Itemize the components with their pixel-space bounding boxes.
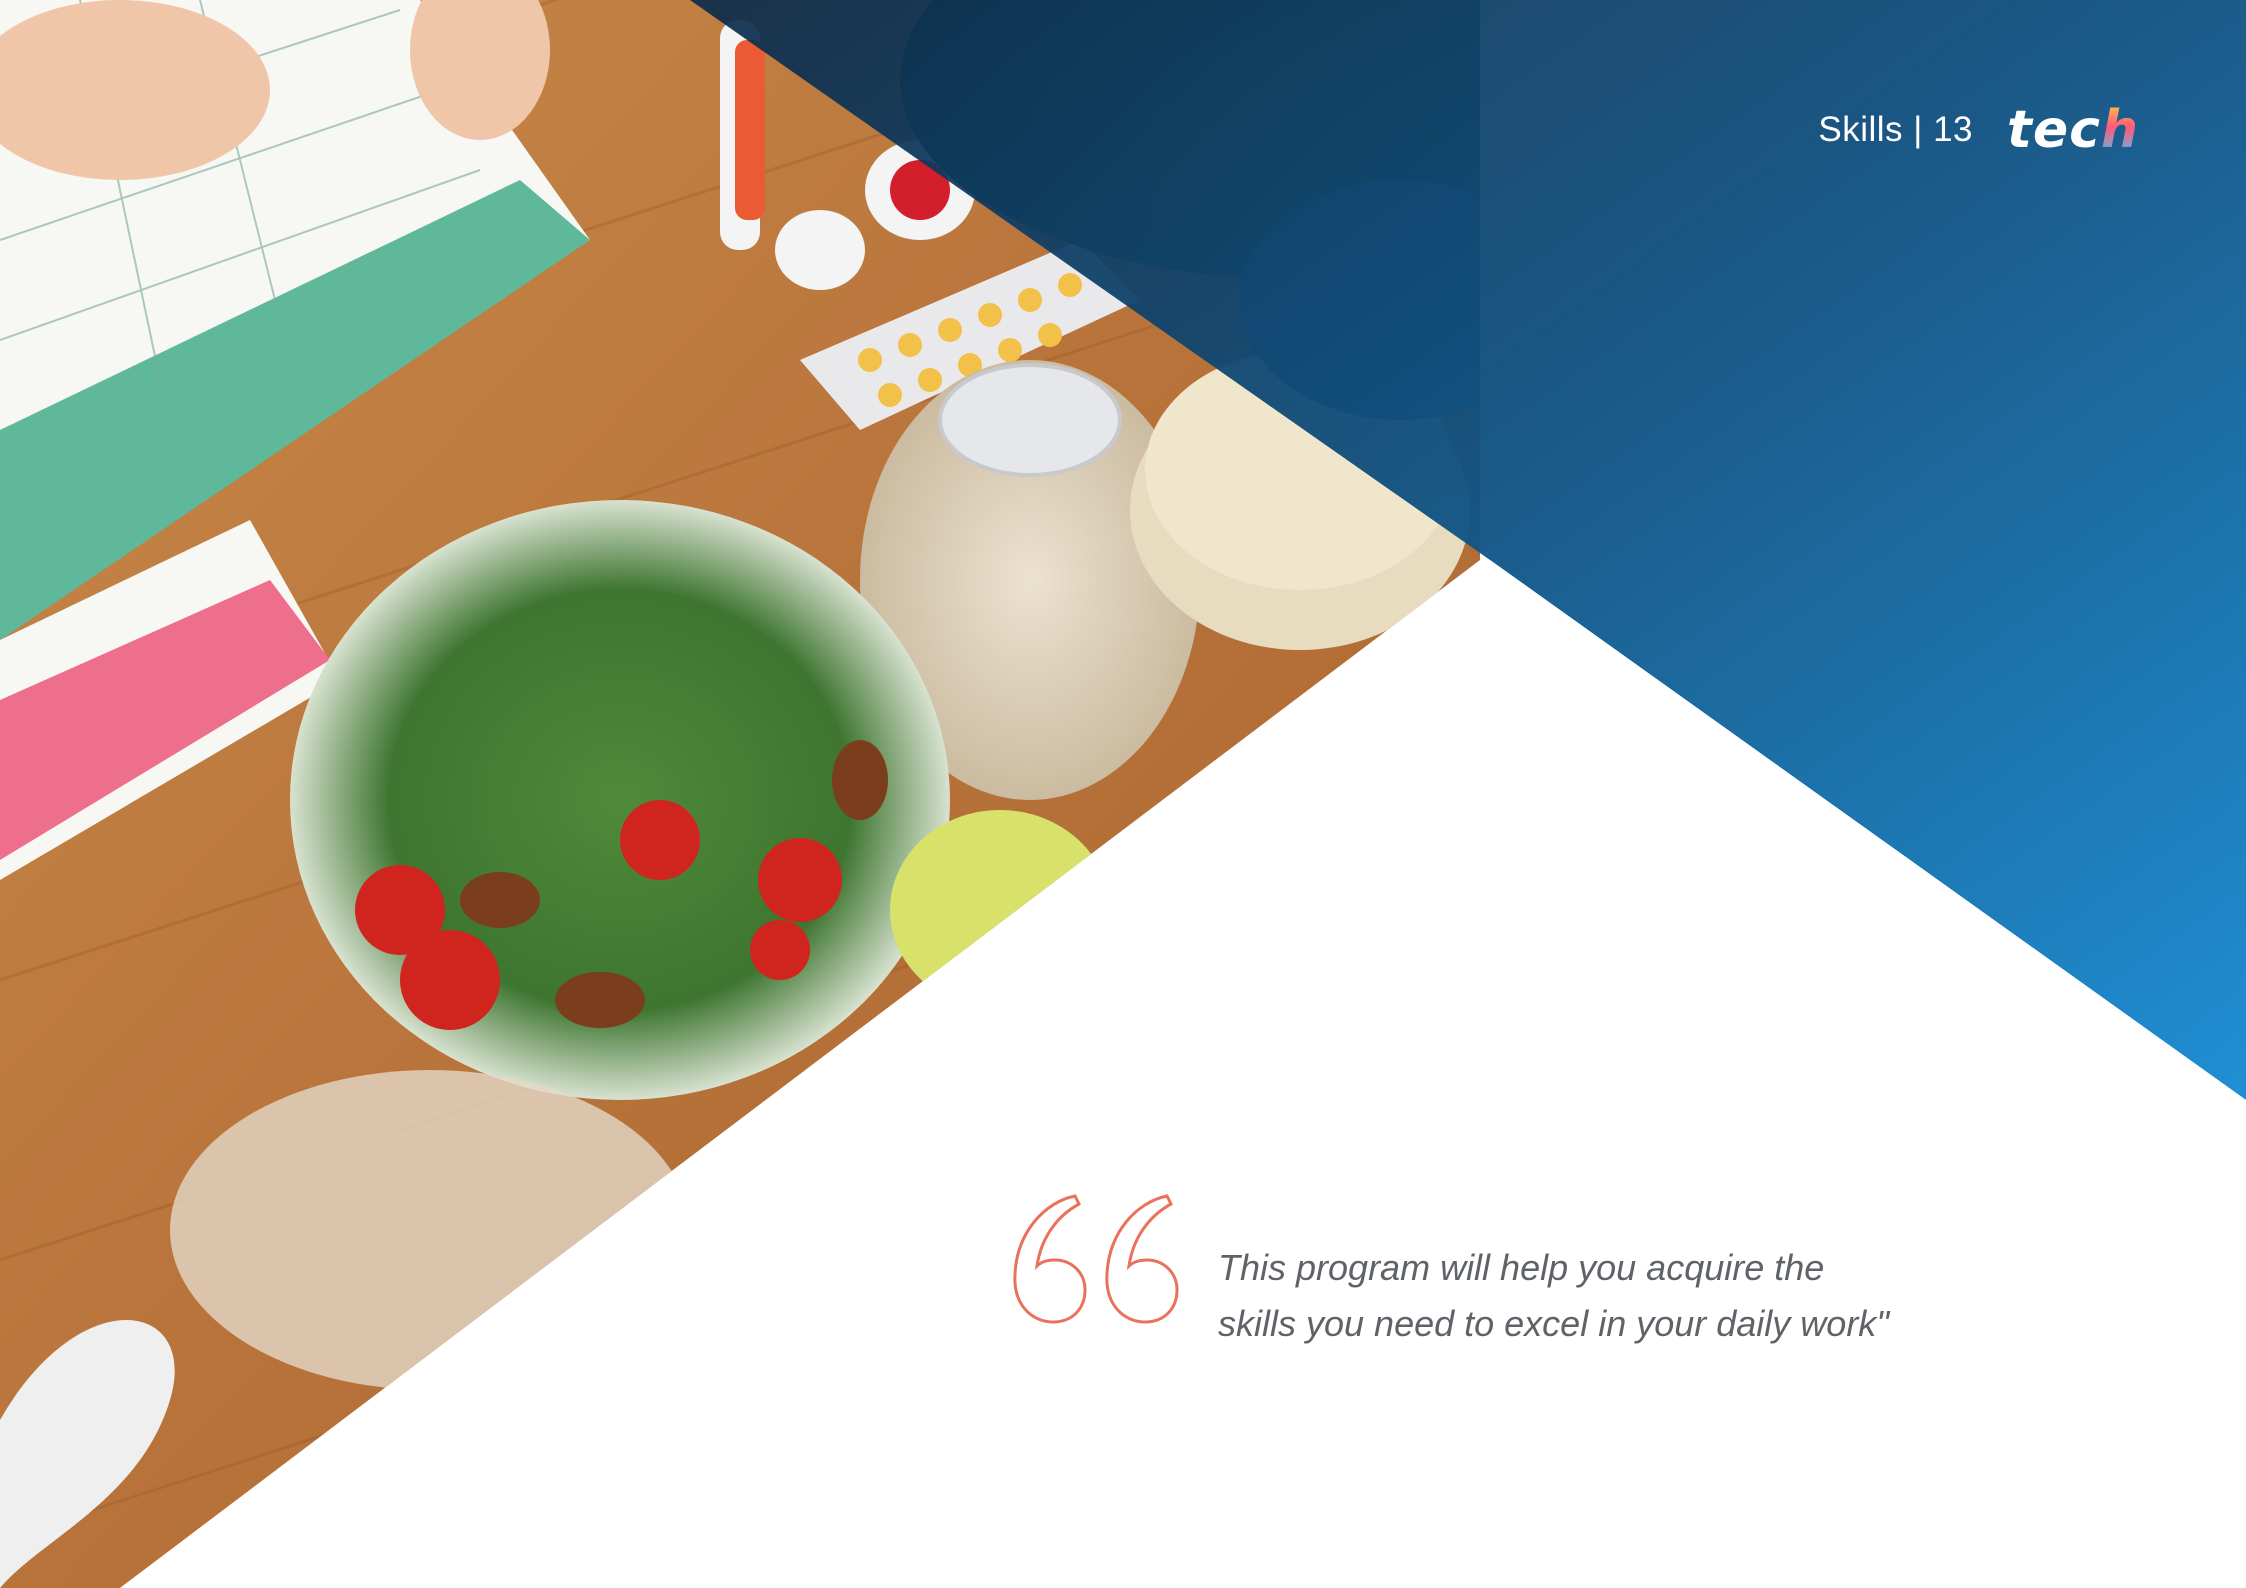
- quote-mark-icon: [1013, 1194, 1179, 1324]
- quote-block: This program will help you acquire the s…: [1005, 1180, 1905, 1352]
- logo-main-text: tec: [2007, 100, 2101, 160]
- page: Skills | 13 tech This program will help …: [0, 0, 2246, 1588]
- logo-accent-text: h: [2100, 100, 2139, 160]
- section-page-label: Skills | 13: [1818, 110, 1974, 149]
- tech-logo: tech: [2007, 104, 2139, 156]
- quote-text: This program will help you acquire the s…: [1218, 1247, 1890, 1344]
- page-header: Skills | 13 tech: [1818, 104, 2139, 156]
